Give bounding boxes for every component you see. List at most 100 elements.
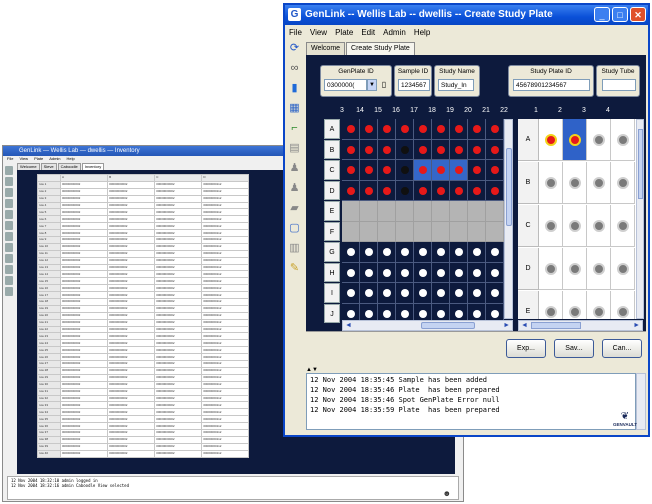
bg-table-cell[interactable]: 00000000112 xyxy=(201,325,249,334)
bg-table-cell[interactable]: 00000000002 xyxy=(154,249,203,258)
plate-well[interactable] xyxy=(468,262,486,283)
plate-well[interactable] xyxy=(360,262,378,283)
bg-table-cell[interactable]: 00000000002 xyxy=(59,373,109,382)
plate-well[interactable] xyxy=(342,262,360,283)
bg-table-cell[interactable]: 00000000112 xyxy=(201,229,249,238)
bg-table-cell[interactable]: 00000000002 xyxy=(154,291,203,300)
bg-table-cell[interactable]: 00000000002 xyxy=(59,187,109,196)
bg-table-cell[interactable]: 00000000002 xyxy=(107,360,156,368)
plate-well[interactable] xyxy=(450,119,468,140)
bg-table-cell[interactable]: 00000000002 xyxy=(59,339,109,348)
bg-table-cell[interactable]: 00000000002 xyxy=(154,332,203,341)
bg-table-cell[interactable]: 00000000002 xyxy=(59,236,109,244)
bg-table-cell[interactable]: 00000000002 xyxy=(107,222,156,231)
plate-row-header[interactable]: D xyxy=(324,180,340,200)
scanner-icon[interactable]: ▥ xyxy=(287,241,302,256)
plate-well[interactable] xyxy=(432,180,450,201)
menu-view[interactable]: View xyxy=(306,25,331,40)
bg-table-cell[interactable]: 00000000002 xyxy=(154,215,203,224)
maximize-button[interactable]: □ xyxy=(612,7,628,22)
bg-table-cell[interactable]: 00000000002 xyxy=(59,311,109,320)
bg-table-cell[interactable]: 00000000112 xyxy=(201,435,249,444)
page-icon[interactable]: ▢ xyxy=(287,221,302,236)
plate-well[interactable] xyxy=(468,139,486,160)
bg-table-cell[interactable]: 00000000112 xyxy=(201,339,249,348)
bg-table-cell[interactable]: 00000000112 xyxy=(201,304,249,313)
bg-tool-icon[interactable] xyxy=(5,199,13,208)
plate-row-header[interactable]: F xyxy=(324,221,340,241)
plate-well[interactable] xyxy=(468,283,486,304)
tab-welcome[interactable]: Welcome xyxy=(306,42,346,55)
plate-well[interactable] xyxy=(486,242,504,263)
bg-table-cell[interactable]: 00000000002 xyxy=(59,270,109,279)
rack-tube[interactable] xyxy=(611,119,635,161)
bg-table-cell[interactable]: 00000000002 xyxy=(107,415,156,424)
plate-well[interactable] xyxy=(414,221,432,242)
bg-table-cell[interactable]: 00000000112 xyxy=(201,318,249,327)
bg-table-cell[interactable]: 00000000002 xyxy=(59,387,109,396)
rack-tube[interactable] xyxy=(587,205,611,247)
bg-table-cell[interactable]: 00000000112 xyxy=(201,428,249,437)
bg-table-cell[interactable]: 00000000002 xyxy=(59,256,109,265)
plate-row-header[interactable]: E xyxy=(324,201,340,221)
plate-well[interactable] xyxy=(396,180,414,201)
bg-table-cell[interactable]: 00000000112 xyxy=(201,415,249,424)
plate-well[interactable] xyxy=(414,119,432,140)
bg-table-cell[interactable]: 00000000002 xyxy=(107,428,156,437)
bg-table-cell[interactable]: 00000000112 xyxy=(201,256,249,265)
bg-table-cell[interactable]: 00000000002 xyxy=(59,366,109,375)
bg-table-cell[interactable]: 00000000002 xyxy=(154,318,203,327)
plate-well[interactable] xyxy=(486,119,504,140)
bg-table-cell[interactable]: 00000000112 xyxy=(201,408,249,417)
bg-table-cell[interactable]: 00000000002 xyxy=(59,422,109,430)
plate-well[interactable] xyxy=(360,180,378,201)
plate-well[interactable] xyxy=(396,242,414,263)
plate-well[interactable] xyxy=(360,221,378,242)
bg-table-cell[interactable]: 00000000112 xyxy=(201,270,249,279)
plate-row-header[interactable]: B xyxy=(324,139,340,159)
bg-table-cell[interactable]: 00000000002 xyxy=(107,339,156,348)
plate-well[interactable] xyxy=(396,119,414,140)
bg-table-cell[interactable]: 00000000002 xyxy=(59,332,109,341)
bg-table-cell[interactable]: 00000000002 xyxy=(154,387,203,396)
bg-table-cell[interactable]: 00000000002 xyxy=(154,408,203,417)
rack-tube[interactable] xyxy=(563,248,587,290)
menu-edit[interactable]: Edit xyxy=(357,25,379,40)
scroll-left-icon[interactable]: ◄ xyxy=(345,321,352,330)
bg-table-cell[interactable]: 00000000002 xyxy=(59,435,109,444)
bg-table-cell[interactable]: 00000000002 xyxy=(154,270,203,279)
plate-row-header[interactable]: G xyxy=(324,242,340,262)
bg-table-cell[interactable]: 00000000002 xyxy=(107,229,156,238)
rack-vertical-scrollbar[interactable] xyxy=(636,119,644,319)
plate-well[interactable] xyxy=(378,180,396,201)
rack-vertical-scroll-thumb[interactable] xyxy=(638,129,643,199)
scroll-right-icon[interactable]: ► xyxy=(503,321,510,330)
plate-well[interactable] xyxy=(450,262,468,283)
plate-well[interactable] xyxy=(342,201,360,222)
bg-table-cell[interactable]: 00000000002 xyxy=(107,332,156,341)
plate-well[interactable] xyxy=(486,262,504,283)
plate-well[interactable] xyxy=(486,221,504,242)
bg-table-cell[interactable]: 00000000002 xyxy=(154,236,203,244)
bg-table-cell[interactable]: 00000000112 xyxy=(201,180,249,189)
bg-table-cell[interactable]: 00000000112 xyxy=(201,346,249,355)
rack-tube[interactable] xyxy=(611,205,635,247)
bg-table-cell[interactable]: 00000000112 xyxy=(201,394,249,403)
bg-menu-item[interactable]: Help xyxy=(67,156,75,161)
bg-table-cell[interactable]: 00000000002 xyxy=(59,449,109,458)
plate-well[interactable] xyxy=(414,283,432,304)
plate-well[interactable] xyxy=(450,139,468,160)
rack-row-header[interactable]: B xyxy=(518,162,539,204)
bg-table-cell[interactable]: 00000000002 xyxy=(107,442,156,451)
bg-table-cell[interactable]: 00000000112 xyxy=(201,442,249,451)
plate-row-header[interactable]: J xyxy=(324,303,340,323)
bg-tool-icon[interactable] xyxy=(5,210,13,219)
rack-tube[interactable] xyxy=(563,162,587,204)
bg-table-cell[interactable]: 00000000002 xyxy=(59,401,109,410)
bg-table-cell[interactable]: 00000000002 xyxy=(59,284,109,293)
bg-table-cell[interactable]: 00000000002 xyxy=(154,263,203,272)
plate-well[interactable] xyxy=(342,221,360,242)
bg-table-cell[interactable]: 00000000112 xyxy=(201,249,249,258)
bg-table-cell[interactable]: 00000000002 xyxy=(107,298,156,306)
plate-well[interactable] xyxy=(360,283,378,304)
